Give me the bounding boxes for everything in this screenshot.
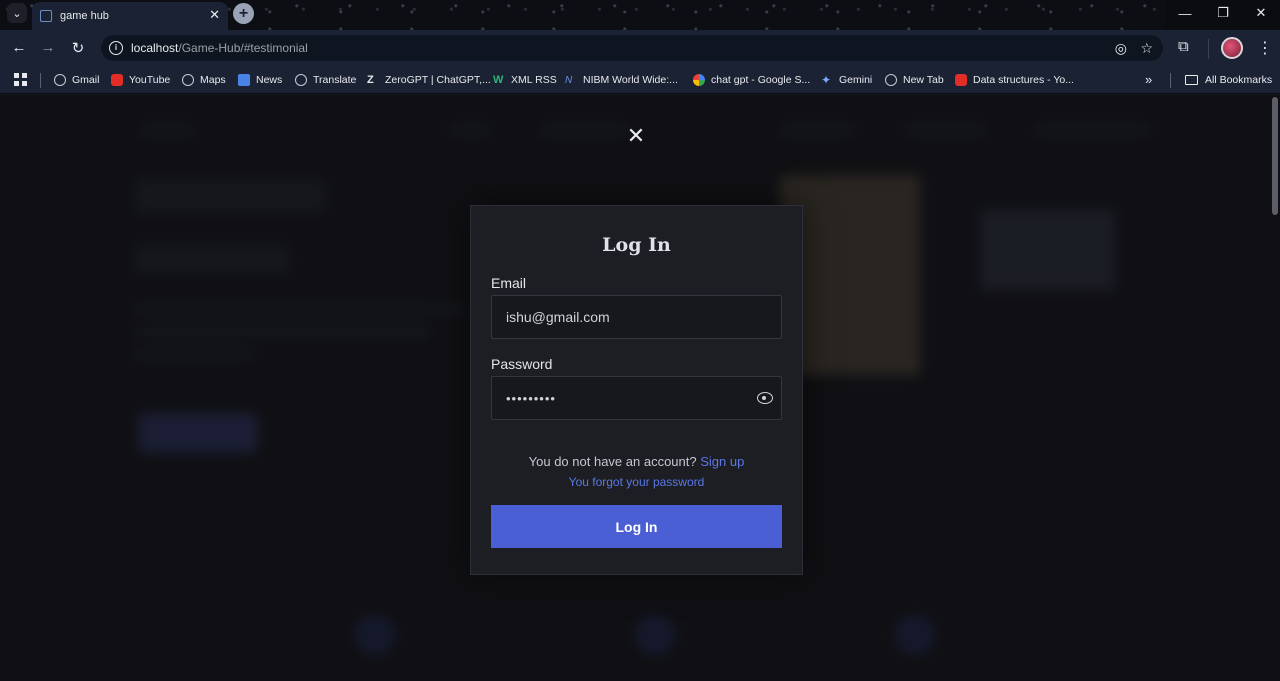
all-bookmarks-button[interactable]: All Bookmarks: [1185, 72, 1272, 88]
youtube-icon: [111, 74, 123, 86]
bookmark-maps[interactable]: Maps: [182, 72, 226, 88]
eye-off-icon[interactable]: ◎: [1115, 40, 1127, 57]
reload-icon[interactable]: ↻: [69, 39, 87, 57]
nibm-icon: N: [565, 74, 573, 86]
w-icon: W: [493, 74, 504, 86]
bookmark-chatgpt-google[interactable]: chat gpt - Google S...: [693, 72, 810, 88]
bookmark-youtube[interactable]: YouTube: [111, 72, 170, 88]
news-icon: [238, 74, 250, 86]
login-modal: Log In Email ishu@gmail.com Password •••…: [470, 205, 803, 575]
youtube-icon: [955, 74, 967, 86]
bookmark-translate[interactable]: Translate: [295, 72, 356, 88]
folder-icon: [1185, 75, 1198, 85]
window-close-icon[interactable]: ✕: [1242, 0, 1280, 26]
show-password-eye-icon[interactable]: [757, 392, 773, 404]
bookmark-xml-rss[interactable]: W XML RSS: [493, 72, 557, 88]
bookmark-zerogpt[interactable]: Z ZeroGPT | ChatGPT,...: [367, 72, 491, 88]
globe-icon: [295, 74, 307, 86]
url-host: localhost: [131, 41, 179, 55]
tab-search-chevron-icon[interactable]: ⌄: [7, 3, 27, 23]
address-bar[interactable]: i localhost/Game-Hub/#testimonial ◎ ☆: [101, 35, 1163, 61]
window-minimize-icon[interactable]: —: [1166, 0, 1204, 26]
modal-title: Log In: [602, 234, 671, 256]
email-field[interactable]: ishu@gmail.com: [491, 295, 782, 339]
bookmark-star-icon[interactable]: ☆: [1140, 40, 1153, 57]
bookmark-gmail[interactable]: Gmail: [54, 72, 99, 88]
tab-close-icon[interactable]: ✕: [209, 7, 220, 23]
email-label: Email: [491, 275, 527, 291]
signup-link[interactable]: Sign up: [700, 454, 744, 469]
tab-game-hub[interactable]: game hub ✕: [32, 2, 228, 30]
bookmark-new-tab[interactable]: New Tab: [885, 72, 944, 88]
bookmark-data-structures[interactable]: Data structures - Yo...: [955, 72, 1074, 88]
tab-strip: ⌄ game hub ✕ + — ❐ ✕: [0, 0, 1280, 30]
forgot-password-link[interactable]: You forgot your password: [569, 475, 705, 489]
password-value: •••••••••: [506, 390, 556, 406]
window-maximize-icon[interactable]: ❐: [1204, 0, 1242, 26]
profile-avatar[interactable]: [1221, 37, 1243, 59]
new-tab-plus-icon[interactable]: +: [233, 3, 254, 24]
no-account-text: You do not have an account?: [528, 454, 697, 469]
page-favicon-icon: [40, 10, 52, 22]
bookmark-news[interactable]: News: [238, 72, 282, 88]
google-icon: [693, 74, 705, 86]
extensions-puzzle-icon[interactable]: ⧉: [1178, 38, 1189, 55]
back-arrow-icon[interactable]: ←: [10, 39, 28, 56]
apps-grid-icon[interactable]: [14, 73, 27, 86]
page-scrollbar[interactable]: [1272, 97, 1278, 215]
tab-title: game hub: [60, 10, 109, 22]
modal-close-icon[interactable]: ✕: [626, 125, 646, 147]
password-field[interactable]: •••••••••: [491, 376, 782, 420]
signup-prompt: You do not have an account? Sign up: [471, 454, 802, 469]
bookmarks-overflow-chevron-icon[interactable]: »: [1145, 72, 1152, 87]
password-label: Password: [491, 356, 553, 372]
globe-icon: [885, 74, 897, 86]
globe-icon: [182, 74, 194, 86]
url-path: /Game-Hub/#testimonial: [178, 41, 308, 55]
site-info-icon[interactable]: i: [109, 41, 123, 55]
login-submit-button[interactable]: Log In: [491, 505, 782, 548]
forward-arrow-icon[interactable]: →: [39, 39, 57, 56]
bookmarks-bar: Gmail YouTube Maps News Translate Z Zero…: [0, 66, 1280, 94]
browser-toolbar: ← → ↻ i localhost/Game-Hub/#testimonial …: [0, 30, 1280, 66]
bookmark-nibm[interactable]: N NIBM World Wide:...: [565, 72, 678, 88]
more-menu-icon[interactable]: ⋮: [1257, 38, 1273, 58]
forgot-password-row: You forgot your password: [471, 475, 802, 489]
bookmark-gemini[interactable]: ✦ Gemini: [821, 72, 872, 88]
globe-icon: [54, 74, 66, 86]
zerogpt-icon: Z: [367, 74, 374, 86]
gemini-icon: ✦: [821, 73, 832, 87]
